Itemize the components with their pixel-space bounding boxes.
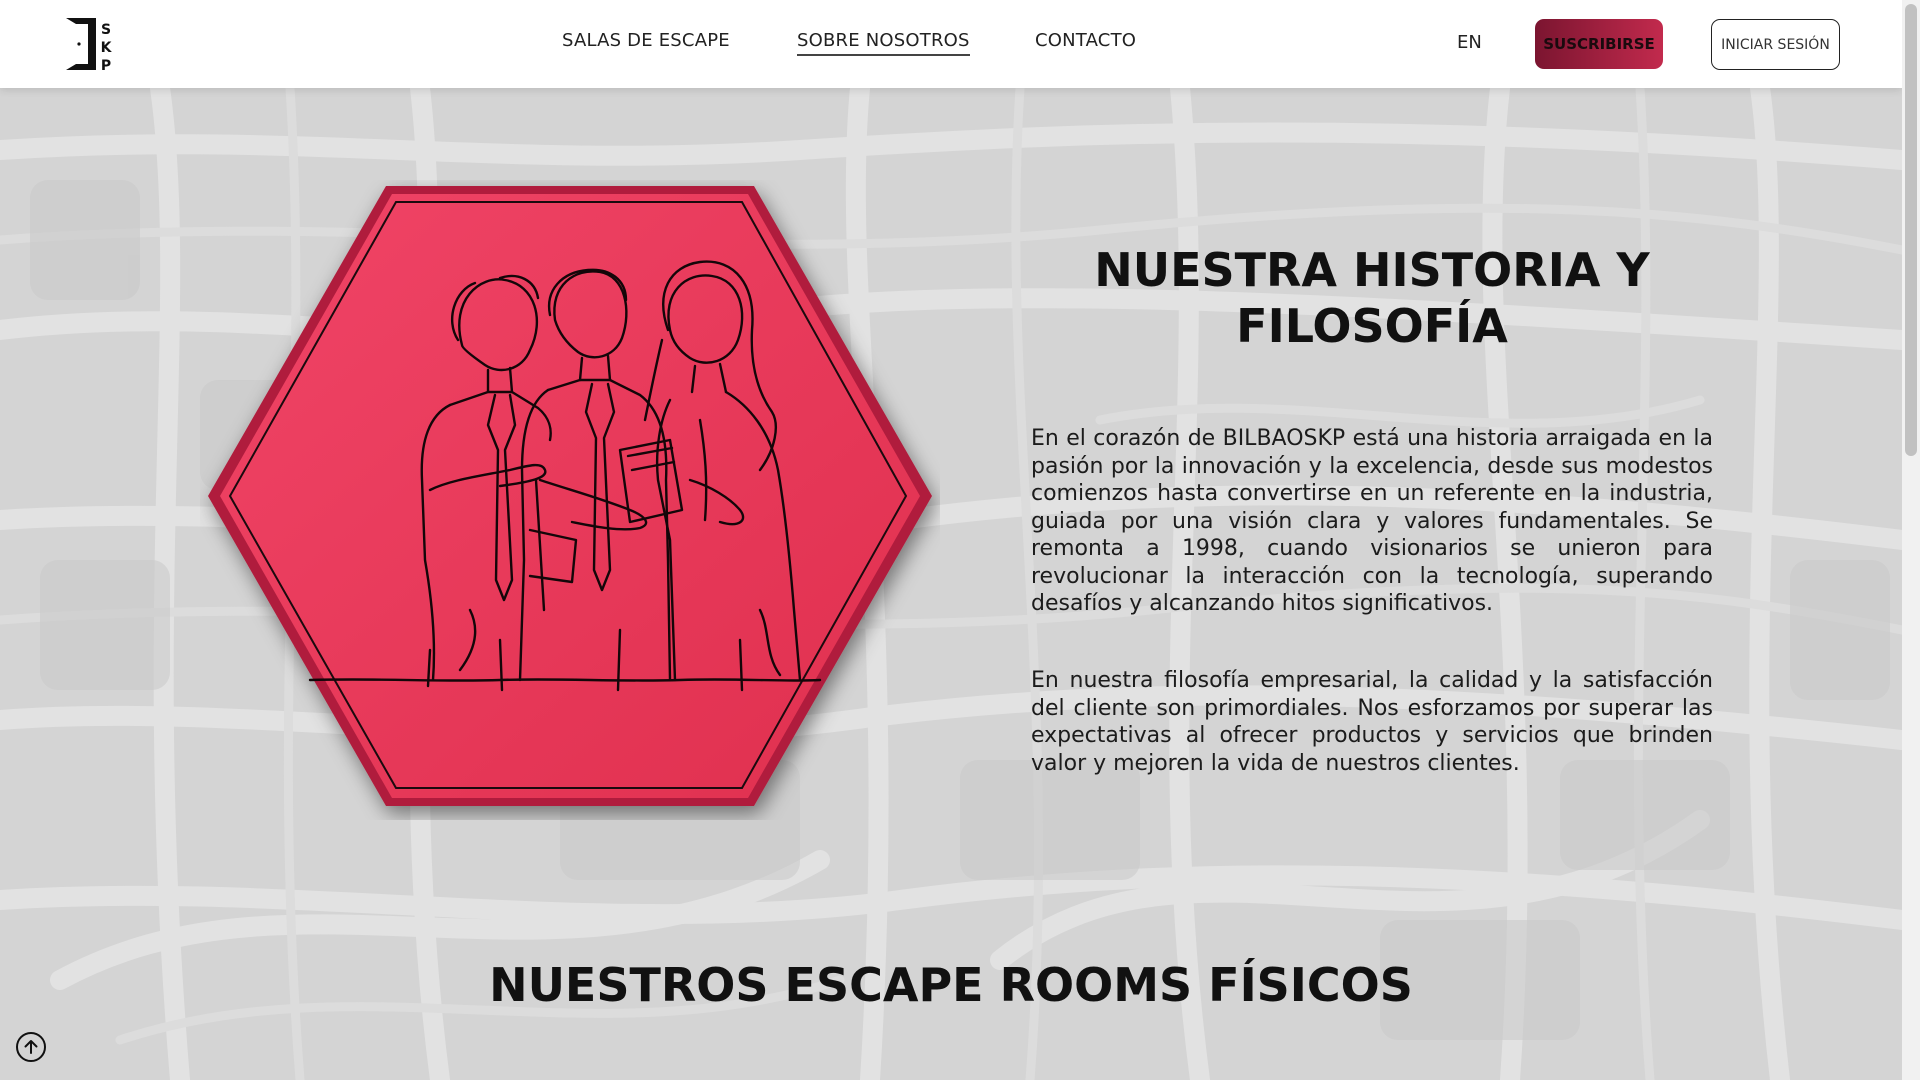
- logo-letter-s: S: [101, 22, 111, 38]
- language-switch[interactable]: EN: [1457, 32, 1482, 53]
- scroll-to-top-button[interactable]: [16, 1032, 46, 1062]
- login-button[interactable]: INICIAR SESIÓN: [1711, 19, 1840, 70]
- subscribe-button[interactable]: SUSCRIBIRSE: [1535, 19, 1663, 69]
- top-navbar: S K P SALAS DE ESCAPE SOBRE NOSOTROS CON…: [0, 0, 1902, 88]
- history-paragraph: En el corazón de BILBAOSKP está una hist…: [1031, 426, 1713, 616]
- nav-contacto[interactable]: CONTACTO: [1035, 30, 1136, 51]
- about-title: NUESTRA HISTORIA Y FILOSOFÍA: [1031, 242, 1713, 354]
- nav-salas-de-escape[interactable]: SALAS DE ESCAPE: [562, 30, 730, 51]
- logo-letter-p: P: [101, 58, 111, 74]
- logo-icon: S K P: [66, 18, 113, 74]
- team-illustration: [200, 180, 940, 820]
- scrollbar-thumb[interactable]: [1905, 4, 1917, 456]
- nav-sobre-nosotros[interactable]: SOBRE NOSOTROS: [797, 30, 970, 56]
- philosophy-paragraph: En nuestra filosofía empresarial, la cal…: [1031, 668, 1713, 776]
- escape-rooms-section-title: NUESTROS ESCAPE ROOMS FÍSICOS: [489, 958, 1413, 1012]
- about-title-line-2: FILOSOFÍA: [1236, 299, 1508, 353]
- about-title-line-1: NUESTRA HISTORIA Y: [1094, 243, 1650, 297]
- brand-logo[interactable]: S K P: [62, 14, 113, 74]
- logo-letter-k: K: [101, 40, 112, 56]
- arrow-up-circle-icon: [24, 1040, 38, 1054]
